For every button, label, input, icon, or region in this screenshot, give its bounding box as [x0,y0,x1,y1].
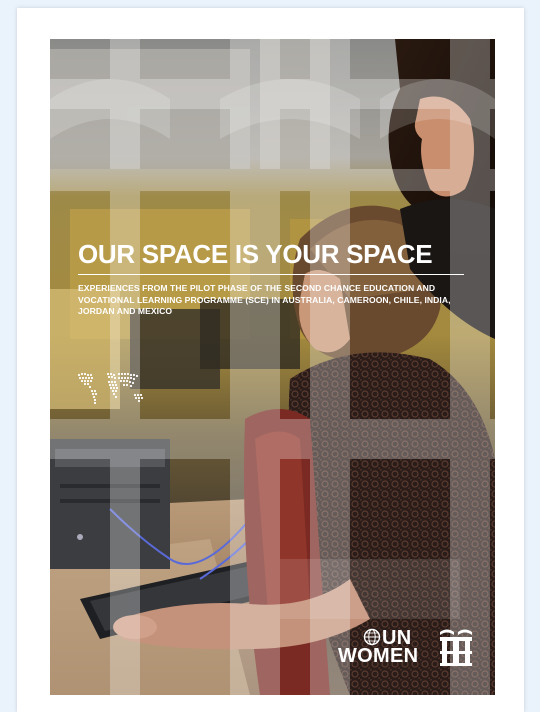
document-page: OUR SPACE IS YOUR SPACE EXPERIENCES FROM… [17,8,524,712]
un-women-logo: UN WOMEN [338,625,478,673]
un-globe-icon [363,628,381,646]
un-women-emblem-icon [440,629,472,666]
title-divider [78,274,464,275]
dotted-world-map-icon [77,372,144,405]
cover-subtitle: EXPERIENCES FROM THE PILOT PHASE OF THE … [78,283,451,316]
cover-title: OUR SPACE IS YOUR SPACE [78,239,433,269]
logo-line-women: WOMEN [338,645,419,667]
report-cover: OUR SPACE IS YOUR SPACE EXPERIENCES FROM… [50,39,495,695]
title-block: OUR SPACE IS YOUR SPACE EXPERIENCES FROM… [78,239,468,318]
cover-photo [50,39,495,695]
